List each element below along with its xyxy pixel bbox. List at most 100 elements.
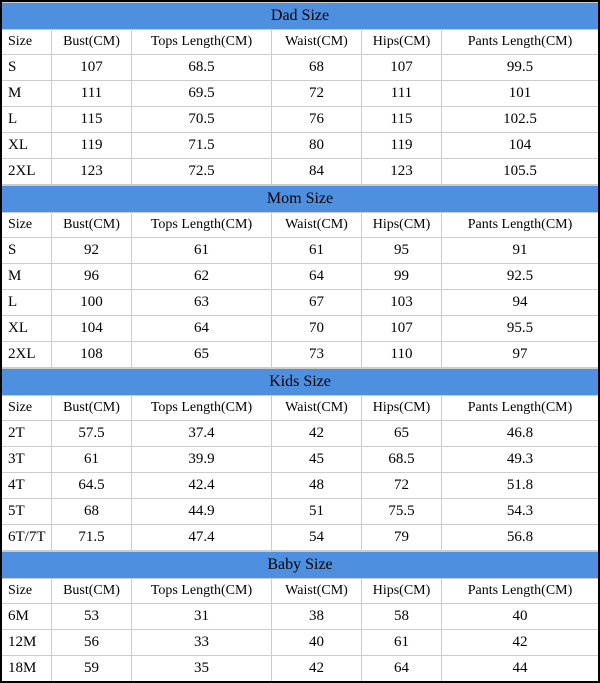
col-waist: Waist(CM) bbox=[272, 579, 362, 603]
col-pants: Pants Length(CM) bbox=[442, 30, 598, 54]
cell-bust: 119 bbox=[52, 133, 132, 158]
table-row: 6T/7T71.547.4547956.8 bbox=[2, 525, 598, 551]
cell-waist: 45 bbox=[272, 447, 362, 472]
cell-size: 18M bbox=[2, 656, 52, 681]
cell-size: 2XL bbox=[2, 342, 52, 367]
cell-pants: 56.8 bbox=[442, 525, 598, 550]
cell-hips: 99 bbox=[362, 264, 442, 289]
cell-waist: 67 bbox=[272, 290, 362, 315]
cell-waist: 48 bbox=[272, 473, 362, 498]
cell-size: L bbox=[2, 107, 52, 132]
cell-size: 3T bbox=[2, 447, 52, 472]
cell-tops: 72.5 bbox=[132, 159, 272, 184]
cell-pants: 104 bbox=[442, 133, 598, 158]
cell-size: M bbox=[2, 81, 52, 106]
cell-waist: 80 bbox=[272, 133, 362, 158]
table-row: S10768.56810799.5 bbox=[2, 55, 598, 81]
cell-waist: 42 bbox=[272, 656, 362, 681]
table-row: L11570.576115102.5 bbox=[2, 107, 598, 133]
cell-size: 2T bbox=[2, 421, 52, 446]
section-title: Baby Size bbox=[2, 551, 598, 579]
cell-bust: 71.5 bbox=[52, 525, 132, 550]
col-tops: Tops Length(CM) bbox=[132, 396, 272, 420]
col-bust: Bust(CM) bbox=[52, 30, 132, 54]
cell-waist: 68 bbox=[272, 55, 362, 80]
cell-waist: 72 bbox=[272, 81, 362, 106]
table-row: 2T57.537.4426546.8 bbox=[2, 421, 598, 447]
cell-hips: 95 bbox=[362, 238, 442, 263]
cell-tops: 42.4 bbox=[132, 473, 272, 498]
cell-pants: 49.3 bbox=[442, 447, 598, 472]
col-hips: Hips(CM) bbox=[362, 579, 442, 603]
cell-waist: 73 bbox=[272, 342, 362, 367]
cell-pants: 105.5 bbox=[442, 159, 598, 184]
table-row: L100636710394 bbox=[2, 290, 598, 316]
cell-size: XL bbox=[2, 133, 52, 158]
cell-bust: 96 bbox=[52, 264, 132, 289]
cell-bust: 115 bbox=[52, 107, 132, 132]
section-title: Dad Size bbox=[2, 2, 598, 30]
cell-pants: 102.5 bbox=[442, 107, 598, 132]
cell-hips: 110 bbox=[362, 342, 442, 367]
col-size: Size bbox=[2, 30, 52, 54]
cell-tops: 65 bbox=[132, 342, 272, 367]
cell-bust: 108 bbox=[52, 342, 132, 367]
table-row: 4T64.542.4487251.8 bbox=[2, 473, 598, 499]
table-row: M11169.572111101 bbox=[2, 81, 598, 107]
cell-size: 5T bbox=[2, 499, 52, 524]
col-waist: Waist(CM) bbox=[272, 396, 362, 420]
cell-hips: 107 bbox=[362, 316, 442, 341]
table-row: 3T6139.94568.549.3 bbox=[2, 447, 598, 473]
cell-size: XL bbox=[2, 316, 52, 341]
cell-pants: 42 bbox=[442, 630, 598, 655]
cell-hips: 75.5 bbox=[362, 499, 442, 524]
column-header-row: SizeBust(CM)Tops Length(CM)Waist(CM)Hips… bbox=[2, 30, 598, 55]
cell-tops: 69.5 bbox=[132, 81, 272, 106]
cell-bust: 68 bbox=[52, 499, 132, 524]
col-tops: Tops Length(CM) bbox=[132, 579, 272, 603]
cell-hips: 107 bbox=[362, 55, 442, 80]
cell-waist: 40 bbox=[272, 630, 362, 655]
col-size: Size bbox=[2, 579, 52, 603]
cell-pants: 95.5 bbox=[442, 316, 598, 341]
table-row: XL11971.580119104 bbox=[2, 133, 598, 159]
col-size: Size bbox=[2, 213, 52, 237]
cell-tops: 31 bbox=[132, 604, 272, 629]
cell-tops: 63 bbox=[132, 290, 272, 315]
cell-waist: 70 bbox=[272, 316, 362, 341]
cell-waist: 38 bbox=[272, 604, 362, 629]
cell-pants: 97 bbox=[442, 342, 598, 367]
cell-size: 12M bbox=[2, 630, 52, 655]
cell-bust: 64.5 bbox=[52, 473, 132, 498]
cell-bust: 100 bbox=[52, 290, 132, 315]
cell-bust: 53 bbox=[52, 604, 132, 629]
cell-tops: 44.9 bbox=[132, 499, 272, 524]
table-row: 6M5331385840 bbox=[2, 604, 598, 630]
col-size: Size bbox=[2, 396, 52, 420]
column-header-row: SizeBust(CM)Tops Length(CM)Waist(CM)Hips… bbox=[2, 579, 598, 604]
col-bust: Bust(CM) bbox=[52, 396, 132, 420]
cell-size: 6M bbox=[2, 604, 52, 629]
cell-size: 2XL bbox=[2, 159, 52, 184]
cell-pants: 101 bbox=[442, 81, 598, 106]
cell-hips: 61 bbox=[362, 630, 442, 655]
cell-tops: 62 bbox=[132, 264, 272, 289]
size-chart: Dad SizeSizeBust(CM)Tops Length(CM)Waist… bbox=[0, 0, 600, 683]
col-bust: Bust(CM) bbox=[52, 579, 132, 603]
col-waist: Waist(CM) bbox=[272, 30, 362, 54]
cell-pants: 54.3 bbox=[442, 499, 598, 524]
cell-hips: 111 bbox=[362, 81, 442, 106]
cell-waist: 51 bbox=[272, 499, 362, 524]
cell-bust: 107 bbox=[52, 55, 132, 80]
col-hips: Hips(CM) bbox=[362, 396, 442, 420]
cell-bust: 61 bbox=[52, 447, 132, 472]
cell-bust: 56 bbox=[52, 630, 132, 655]
table-row: 2XL108657311097 bbox=[2, 342, 598, 368]
table-row: 2XL12372.584123105.5 bbox=[2, 159, 598, 185]
cell-waist: 64 bbox=[272, 264, 362, 289]
cell-tops: 70.5 bbox=[132, 107, 272, 132]
cell-size: S bbox=[2, 55, 52, 80]
cell-bust: 59 bbox=[52, 656, 132, 681]
col-bust: Bust(CM) bbox=[52, 213, 132, 237]
col-hips: Hips(CM) bbox=[362, 213, 442, 237]
